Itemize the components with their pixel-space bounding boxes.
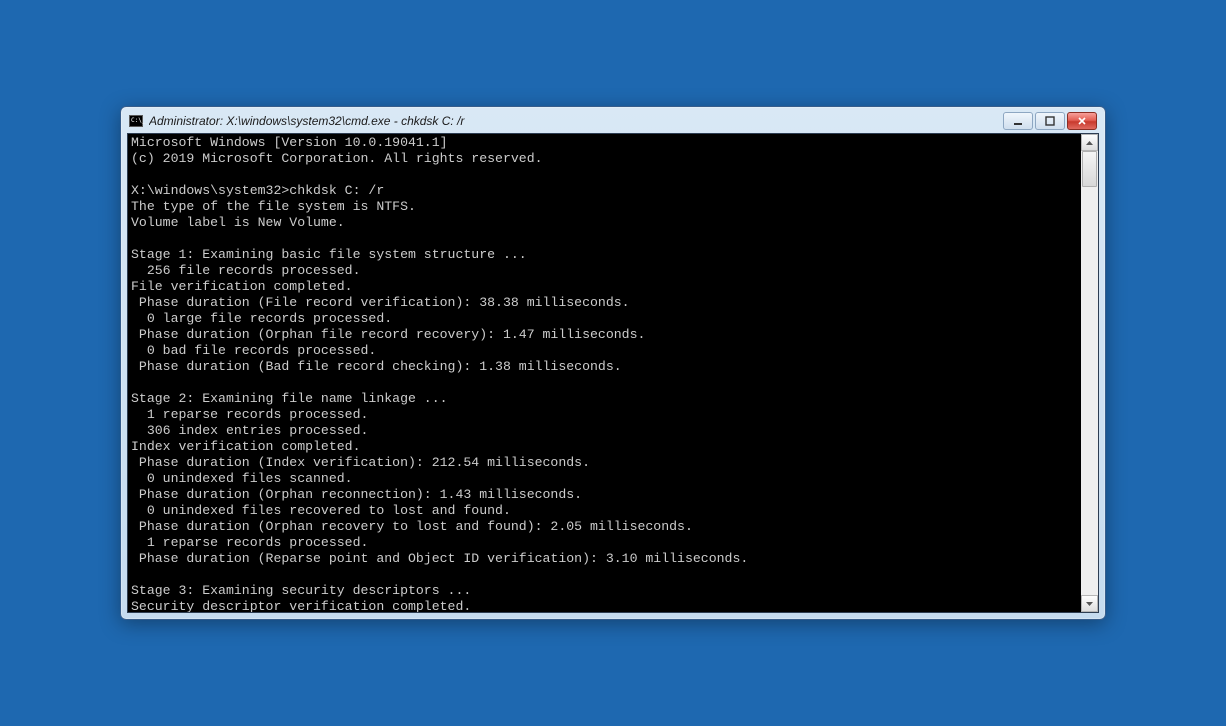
terminal-line: 256 file records processed. [131, 263, 1081, 279]
terminal-line: 306 index entries processed. [131, 423, 1081, 439]
window-title: Administrator: X:\windows\system32\cmd.e… [149, 114, 1003, 128]
minimize-icon [1013, 116, 1023, 126]
scrollbar-track[interactable] [1081, 151, 1098, 595]
terminal-line: Index verification completed. [131, 439, 1081, 455]
scroll-down-button[interactable] [1081, 595, 1098, 612]
terminal-line [131, 231, 1081, 247]
terminal-line: Phase duration (Bad file record checking… [131, 359, 1081, 375]
terminal-line: 0 unindexed files scanned. [131, 471, 1081, 487]
cmd-window: Administrator: X:\windows\system32\cmd.e… [120, 106, 1106, 620]
close-icon [1077, 116, 1087, 126]
window-controls [1003, 112, 1097, 130]
terminal-output[interactable]: Microsoft Windows [Version 10.0.19041.1]… [128, 134, 1081, 612]
terminal-line: 1 reparse records processed. [131, 407, 1081, 423]
maximize-icon [1045, 116, 1055, 126]
scrollbar-thumb[interactable] [1082, 151, 1097, 187]
terminal-line: 0 bad file records processed. [131, 343, 1081, 359]
vertical-scrollbar[interactable] [1081, 134, 1098, 612]
chevron-down-icon [1086, 602, 1093, 606]
terminal-line: Security descriptor verification complet… [131, 599, 1081, 612]
terminal-line [131, 167, 1081, 183]
terminal-line: 0 large file records processed. [131, 311, 1081, 327]
terminal-line: Phase duration (Index verification): 212… [131, 455, 1081, 471]
terminal-line: File verification completed. [131, 279, 1081, 295]
terminal-line: Phase duration (Orphan reconnection): 1.… [131, 487, 1081, 503]
terminal-line: X:\windows\system32>chkdsk C: /r [131, 183, 1081, 199]
chevron-up-icon [1086, 141, 1093, 145]
titlebar[interactable]: Administrator: X:\windows\system32\cmd.e… [127, 113, 1099, 133]
close-button[interactable] [1067, 112, 1097, 130]
maximize-button[interactable] [1035, 112, 1065, 130]
terminal-line: Phase duration (Orphan recovery to lost … [131, 519, 1081, 535]
terminal-line [131, 567, 1081, 583]
terminal-line: Stage 3: Examining security descriptors … [131, 583, 1081, 599]
terminal-line: The type of the file system is NTFS. [131, 199, 1081, 215]
terminal-line [131, 375, 1081, 391]
cmd-icon [129, 115, 143, 127]
client-area: Microsoft Windows [Version 10.0.19041.1]… [127, 133, 1099, 613]
terminal-line: Phase duration (Orphan file record recov… [131, 327, 1081, 343]
minimize-button[interactable] [1003, 112, 1033, 130]
scroll-up-button[interactable] [1081, 134, 1098, 151]
terminal-line: 0 unindexed files recovered to lost and … [131, 503, 1081, 519]
terminal-line: (c) 2019 Microsoft Corporation. All righ… [131, 151, 1081, 167]
terminal-line: Stage 2: Examining file name linkage ... [131, 391, 1081, 407]
terminal-line: Stage 1: Examining basic file system str… [131, 247, 1081, 263]
terminal-line: Phase duration (File record verification… [131, 295, 1081, 311]
terminal-line: Phase duration (Reparse point and Object… [131, 551, 1081, 567]
terminal-line: Microsoft Windows [Version 10.0.19041.1] [131, 135, 1081, 151]
terminal-line: Volume label is New Volume. [131, 215, 1081, 231]
terminal-line: 1 reparse records processed. [131, 535, 1081, 551]
